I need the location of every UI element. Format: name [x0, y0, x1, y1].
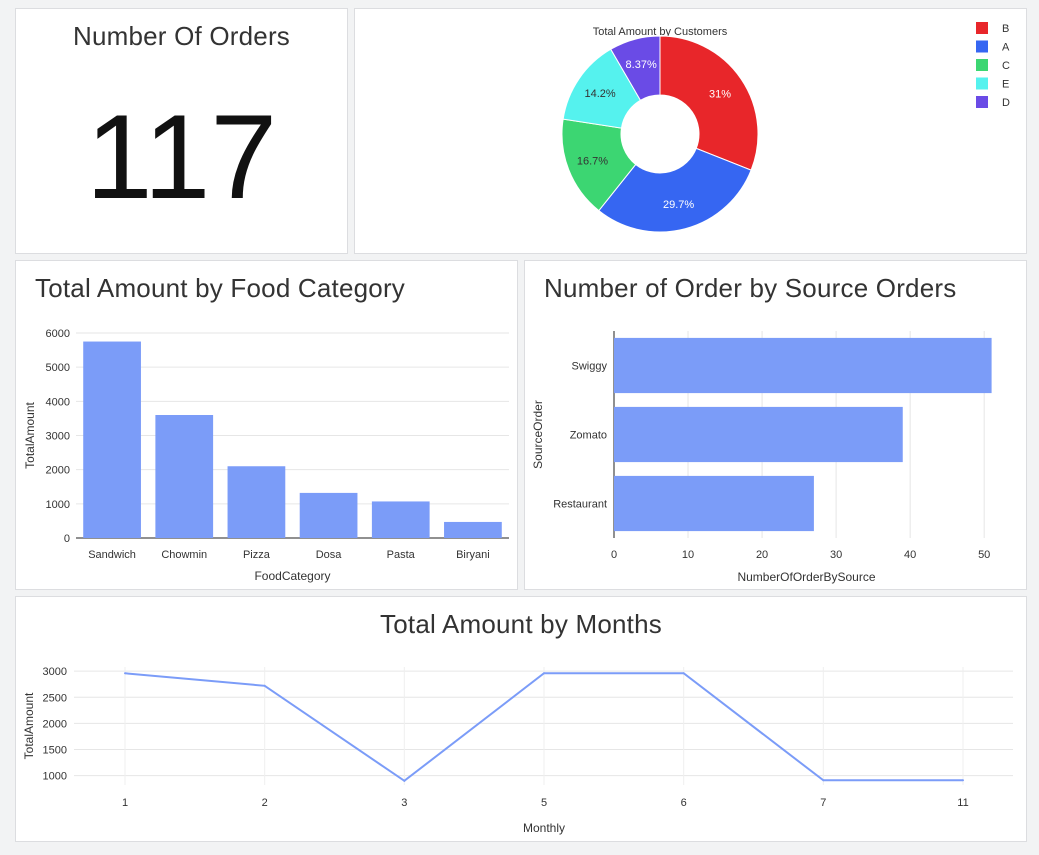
months-x-axis-label: Monthly	[523, 821, 565, 835]
source-xtick-label: 40	[904, 549, 916, 561]
months-ytick-label: 2000	[43, 718, 67, 730]
source-bar-zomato	[614, 406, 903, 463]
food-ytick-label: 5000	[46, 362, 70, 374]
food-ytick-label: 1000	[46, 499, 70, 511]
pie-data-label: 31%	[709, 88, 731, 100]
source-bar-restaurant	[614, 475, 814, 532]
source-y-axis-label: SourceOrder	[531, 400, 545, 469]
pie-data-label: 8.37%	[626, 59, 657, 71]
source-ytick-label: Restaurant	[553, 499, 607, 511]
months-xtick-label: 7	[820, 797, 826, 809]
food-bar-dosa	[299, 492, 358, 538]
legend-swatch-B	[976, 22, 988, 34]
months-xtick-label: 1	[122, 797, 128, 809]
legend-swatch-C	[976, 59, 988, 71]
source-orders-chart: 0 10 20 30 40 50 Swiggy Zomato Restaurant NumberO…	[531, 331, 992, 584]
food-ytick-label: 3000	[46, 431, 70, 443]
food-xtick-label: Biryani	[456, 549, 490, 561]
source-orders-card: Number of Order by Source Orders 0 10 20 30…	[524, 260, 1027, 590]
orders-kpi-title: Number Of Orders	[72, 21, 291, 51]
months-xtick-label: 3	[401, 797, 407, 809]
orders-kpi-card: Number Of Orders 117	[15, 8, 348, 254]
months-data-point	[962, 779, 964, 782]
orders-kpi-value: 117	[85, 90, 278, 224]
food-bar-biryani	[444, 521, 502, 538]
food-bar-pizza	[227, 466, 286, 538]
food-bar-sandwich	[83, 341, 141, 538]
months-xtick-label: 5	[541, 797, 547, 809]
food-xtick-label: Chowmin	[161, 549, 207, 561]
food-y-axis-label: TotalAmount	[23, 401, 37, 468]
source-ytick-label: Zomato	[570, 430, 607, 442]
legend-label-B: B	[1002, 23, 1009, 35]
months-ytick-label: 1500	[43, 744, 67, 756]
food-category-chart: 0 1000 2000 3000 4000 5000 6000 Sandwich Chowmin…	[23, 328, 509, 583]
months-ytick-label: 1000	[43, 771, 67, 783]
source-bar-swiggy	[614, 337, 992, 394]
months-xtick-label: 11	[957, 797, 968, 809]
source-xtick-label: 10	[682, 549, 694, 561]
food-ytick-label: 2000	[46, 465, 70, 477]
food-xtick-label: Dosa	[316, 549, 343, 561]
legend-label-C: C	[1002, 60, 1010, 72]
pie-data-label: 16.7%	[577, 155, 608, 167]
months-data-point	[682, 672, 685, 675]
source-xtick-label: 20	[756, 549, 768, 561]
source-x-axis-label: NumberOfOrderBySource	[737, 570, 875, 584]
food-ytick-label: 6000	[46, 328, 70, 340]
pie-slice-B	[659, 35, 759, 171]
months-xtick-label: 6	[681, 797, 687, 809]
food-xtick-label: Pizza	[243, 549, 271, 561]
months-y-axis-label: TotalAmount	[22, 692, 36, 759]
months-data-point	[543, 672, 545, 675]
food-bar-pasta	[371, 501, 430, 538]
months-card: Total Amount by Months 1000 1500 2000 2500 3…	[15, 596, 1027, 842]
legend-swatch-D	[976, 96, 988, 108]
months-chart: 1000 1500 2000 2500 3000 1 2 3 5 6 7 11 Monthly Total…	[22, 666, 1013, 835]
pie-data-label: 29.7%	[663, 199, 694, 211]
months-data-point	[263, 684, 266, 687]
food-ytick-label: 0	[64, 533, 70, 545]
months-ytick-label: 2500	[43, 692, 67, 704]
legend-label-D: D	[1002, 97, 1010, 109]
source-xtick-label: 30	[830, 549, 842, 561]
legend-swatch-E	[976, 77, 988, 90]
months-ytick-label: 3000	[43, 666, 67, 678]
food-xtick-label: Sandwich	[88, 549, 136, 561]
legend-label-A: A	[1002, 42, 1010, 54]
food-bar-chowmin	[155, 415, 214, 538]
pie-data-label: 14.2%	[585, 88, 616, 100]
food-ytick-label: 4000	[46, 396, 70, 408]
source-ytick-label: Swiggy	[572, 361, 608, 373]
food-category-card: Total Amount by Food Category 0 1000 2000 3…	[15, 260, 518, 590]
months-data-point	[403, 779, 406, 782]
legend-label-E: E	[1002, 79, 1009, 91]
source-xtick-label: 0	[611, 549, 617, 561]
food-xtick-label: Pasta	[387, 549, 416, 561]
customers-pie-card: Total Amount by Customers 31% 29.7% 16.7% 14…	[354, 8, 1027, 254]
customers-pie-chart: Total Amount by Customers31%29.7%16.7%14…	[561, 22, 1010, 233]
months-xtick-label: 2	[262, 797, 268, 809]
legend-swatch-A	[976, 40, 988, 53]
food-x-axis-label: FoodCategory	[254, 569, 330, 583]
months-data-point	[822, 779, 825, 782]
months-data-point	[124, 672, 126, 675]
source-xtick-label: 50	[978, 549, 990, 561]
